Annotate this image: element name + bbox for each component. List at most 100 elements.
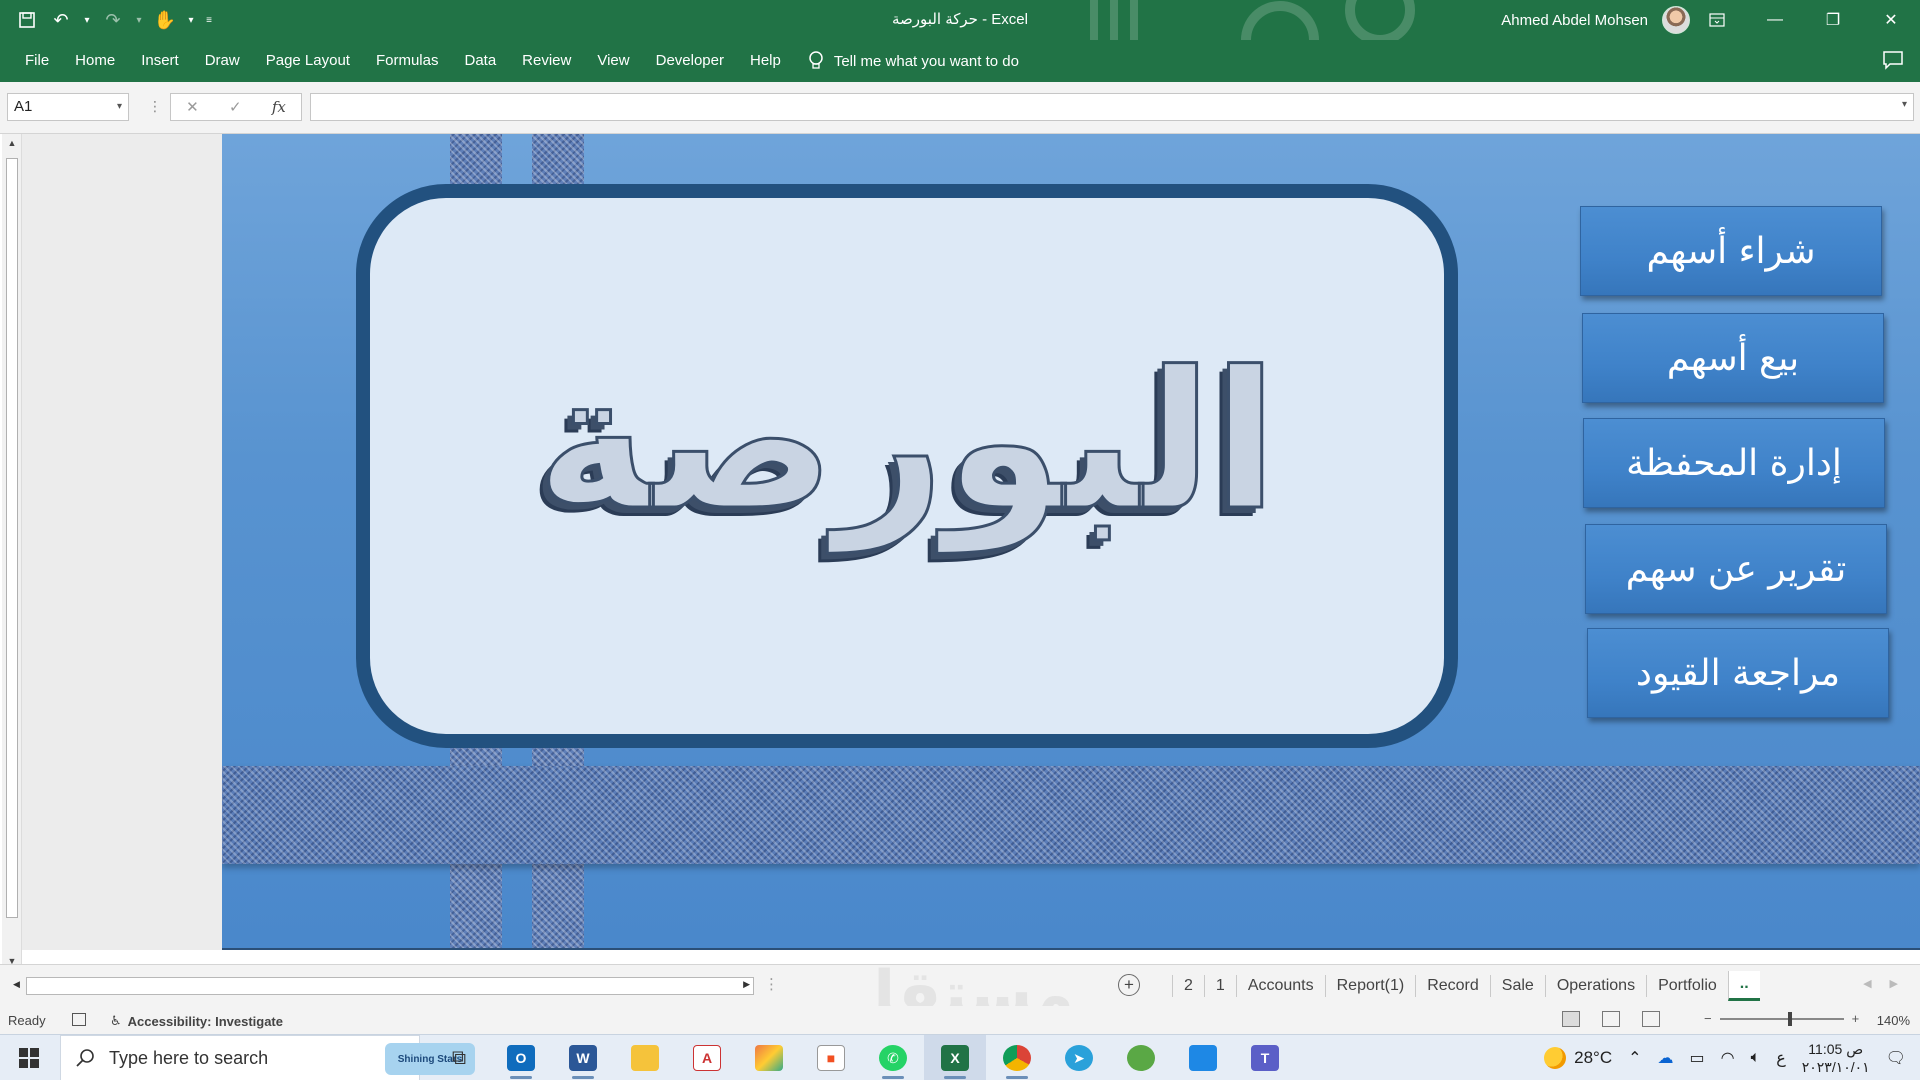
word-icon[interactable]: W: [552, 1035, 614, 1080]
weather-widget[interactable]: 28°C: [1544, 1047, 1612, 1069]
tab-home[interactable]: Home: [62, 40, 128, 82]
page-break-view-icon[interactable]: [1642, 1011, 1660, 1027]
zoom-percent[interactable]: 140%: [1877, 1013, 1910, 1028]
buy-shares-button[interactable]: شراء أسهم: [1580, 206, 1882, 296]
scroll-up-icon[interactable]: ▲: [5, 138, 19, 152]
sheet-tab[interactable]: Operations: [1544, 975, 1646, 997]
sheet-tab[interactable]: 1: [1203, 975, 1236, 997]
task-view-icon[interactable]: ⧉: [428, 1035, 490, 1080]
sheet-tab[interactable]: Portfolio: [1646, 975, 1728, 997]
minimize-icon[interactable]: —: [1746, 0, 1804, 40]
pdf-reader-icon[interactable]: A: [676, 1035, 738, 1080]
formula-bar-resize-handle[interactable]: ⋮: [148, 98, 162, 115]
scroll-left-icon[interactable]: ◀: [13, 979, 20, 990]
notifications-icon[interactable]: 🗨︎: [1886, 1048, 1906, 1068]
undo-icon[interactable]: ↶: [46, 5, 76, 35]
windows-taskbar: Type here to search Shining Stars ⧉ O W …: [0, 1034, 1920, 1080]
tab-view[interactable]: View: [584, 40, 642, 82]
sheet-tab[interactable]: Sale: [1489, 975, 1545, 997]
accessibility-checker[interactable]: ♿ Accessibility: Investigate: [110, 1013, 283, 1029]
notepad-icon[interactable]: [1172, 1035, 1234, 1080]
formula-input[interactable]: ▾: [310, 93, 1914, 121]
chevron-up-icon[interactable]: ⌃: [1628, 1048, 1641, 1068]
taskbar-search[interactable]: Type here to search Shining Stars: [60, 1035, 475, 1080]
zoom-knob[interactable]: [1787, 1011, 1792, 1026]
chevron-down-icon[interactable]: ▾: [117, 94, 122, 120]
teams-icon[interactable]: T: [1234, 1035, 1296, 1080]
tell-me-search[interactable]: Tell me what you want to do: [808, 51, 1019, 71]
sheet-tab[interactable]: Report(1): [1324, 975, 1416, 997]
sheet-tab[interactable]: Accounts: [1235, 975, 1325, 997]
tab-scroll-right-icon[interactable]: ▶: [1890, 977, 1898, 990]
paint-icon[interactable]: [738, 1035, 800, 1080]
tab-scroll-left-icon[interactable]: ◀: [1863, 977, 1871, 990]
name-box[interactable]: A1 ▾: [7, 93, 129, 121]
vertical-scrollbar[interactable]: ▲ ▼: [2, 134, 22, 976]
comments-icon[interactable]: [1882, 50, 1904, 70]
windows-start-icon[interactable]: [0, 1035, 58, 1080]
zoom-out-icon[interactable]: −: [1704, 1011, 1712, 1026]
ribbon-display-options-icon[interactable]: [1688, 0, 1746, 40]
horizontal-scrollbar[interactable]: ◀ ▶: [13, 977, 754, 995]
zoom-slider[interactable]: − +: [1704, 1011, 1859, 1026]
excel-icon[interactable]: X: [924, 1035, 986, 1080]
avatar[interactable]: [1662, 6, 1690, 34]
new-sheet-icon[interactable]: +: [1118, 974, 1140, 996]
whatsapp-icon[interactable]: ✆: [862, 1035, 924, 1080]
normal-view-icon[interactable]: [1562, 1011, 1580, 1027]
stock-report-button[interactable]: تقرير عن سهم: [1585, 524, 1887, 614]
tab-draw[interactable]: Draw: [192, 40, 253, 82]
insert-function-icon[interactable]: fx: [272, 98, 286, 116]
file-explorer-icon[interactable]: [614, 1035, 676, 1080]
zoom-in-icon[interactable]: +: [1852, 1011, 1860, 1026]
battery-icon[interactable]: ▭: [1690, 1048, 1705, 1068]
customize-qat-icon[interactable]: ≡: [202, 5, 216, 35]
sheet-tab[interactable]: 2: [1172, 975, 1204, 997]
sell-shares-button[interactable]: بيع أسهم: [1582, 313, 1884, 403]
outlook-icon[interactable]: O: [490, 1035, 552, 1080]
chrome-icon[interactable]: [986, 1035, 1048, 1080]
undo-dropdown-icon[interactable]: ▾: [80, 5, 94, 35]
sheet-tab-active[interactable]: ..: [1727, 971, 1760, 1001]
zoom-track[interactable]: [1719, 1011, 1844, 1026]
tab-help[interactable]: Help: [737, 40, 794, 82]
language-indicator[interactable]: ع: [1776, 1048, 1786, 1068]
sun-icon: [1544, 1047, 1567, 1069]
tab-file[interactable]: File: [12, 40, 62, 82]
tab-split-handle[interactable]: ⋮: [764, 975, 779, 993]
page-layout-view-icon[interactable]: [1602, 1011, 1620, 1027]
redo-icon[interactable]: ↷: [98, 5, 128, 35]
name-box-value: A1: [14, 98, 33, 115]
review-entries-button[interactable]: مراجعة القيود: [1587, 628, 1889, 718]
telegram-icon[interactable]: ➤: [1048, 1035, 1110, 1080]
restore-icon[interactable]: ❐: [1804, 0, 1862, 40]
cancel-icon[interactable]: ✕: [186, 98, 199, 116]
tab-data[interactable]: Data: [451, 40, 509, 82]
user-account[interactable]: Ahmed Abdel Mohsen: [1501, 0, 1690, 40]
vertical-scroll-thumb[interactable]: [6, 158, 18, 918]
store-icon[interactable]: ■: [800, 1035, 862, 1080]
volume-icon[interactable]: 🔈︎: [1751, 1049, 1761, 1067]
manage-portfolio-button[interactable]: إدارة المحفظة: [1583, 418, 1885, 508]
tab-insert[interactable]: Insert: [128, 40, 192, 82]
touch-dropdown-icon[interactable]: ▾: [184, 5, 198, 35]
tab-review[interactable]: Review: [509, 40, 584, 82]
expand-formula-bar-icon[interactable]: ▾: [1902, 99, 1907, 110]
autosave-icon[interactable]: [12, 5, 42, 35]
wifi-icon[interactable]: ◠: [1721, 1048, 1735, 1068]
onedrive-icon[interactable]: ☁: [1658, 1048, 1674, 1068]
close-icon[interactable]: ✕: [1862, 0, 1920, 40]
tab-formulas[interactable]: Formulas: [363, 40, 452, 82]
clock-time: 11:05 ص: [1808, 1041, 1864, 1057]
metatrader-icon[interactable]: [1110, 1035, 1172, 1080]
macro-recording-icon[interactable]: [72, 1013, 86, 1026]
enter-icon[interactable]: ✓: [229, 98, 242, 116]
worksheet-cells[interactable]: [22, 134, 222, 950]
scroll-right-icon[interactable]: ▶: [743, 979, 750, 990]
touch-mode-icon[interactable]: ✋: [150, 5, 180, 35]
tab-developer[interactable]: Developer: [643, 40, 737, 82]
sheet-tab[interactable]: Record: [1415, 975, 1490, 997]
tab-page-layout[interactable]: Page Layout: [253, 40, 363, 82]
clock[interactable]: 11:05 ص ٢٠٢٣/١٠/٠١: [1802, 1040, 1870, 1076]
redo-dropdown-icon[interactable]: ▾: [132, 5, 146, 35]
